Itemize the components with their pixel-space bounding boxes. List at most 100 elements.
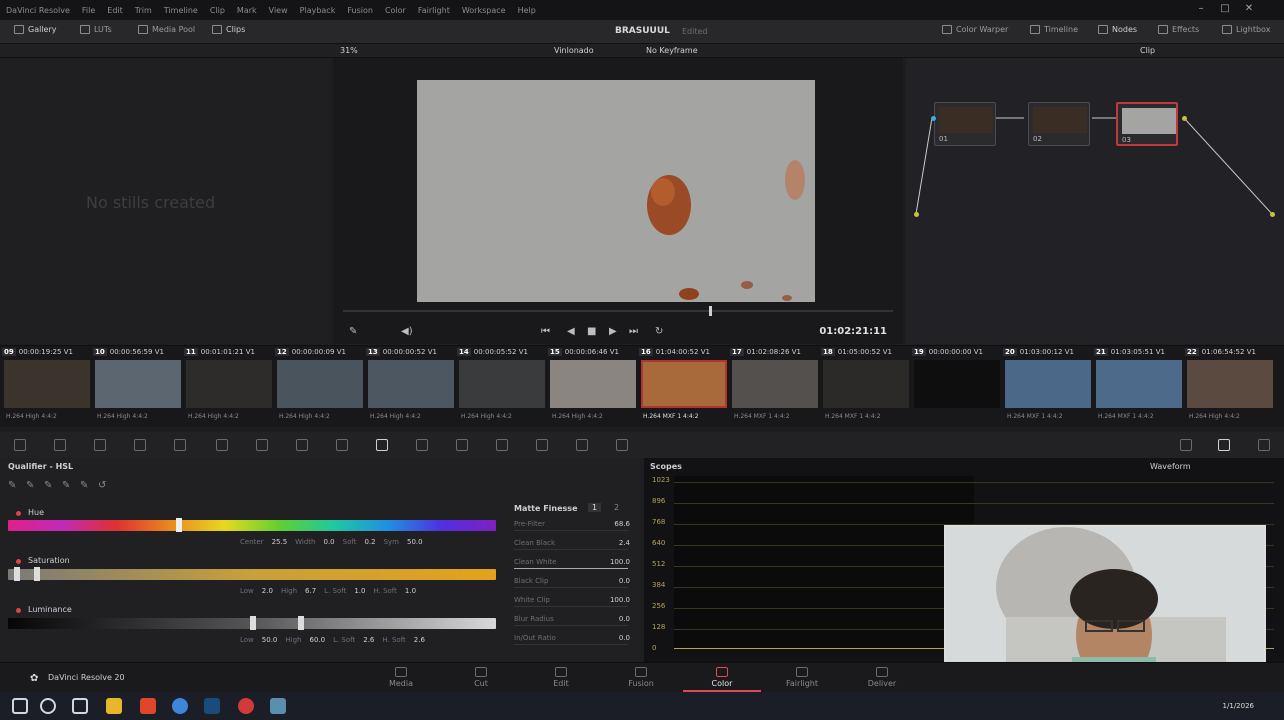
obs-icon[interactable] (238, 698, 254, 714)
qualifier-eyedropper-icon[interactable] (376, 439, 388, 451)
matte-row-white-clip[interactable]: White Clip 100.0 (514, 596, 634, 607)
hue-handle[interactable] (176, 518, 182, 532)
curves-icon[interactable] (256, 439, 268, 451)
clip-thumbnail-selected[interactable]: 16 01:04:00:52 V1 H.264 MXF 1 4:4:2 (639, 346, 729, 428)
color-warper-palette-icon[interactable] (296, 439, 308, 451)
saturation-range-bar[interactable] (8, 569, 496, 580)
menu-item-fairlight[interactable]: Fairlight (418, 6, 450, 15)
page-tab-fairlight[interactable]: Fairlight (767, 667, 837, 688)
menu-item-color[interactable]: Color (385, 6, 406, 15)
feather-plus-icon[interactable]: ✎ (80, 480, 92, 492)
matte-row-clean-white[interactable]: Clean White 100.0 (514, 558, 634, 569)
menu-item-view[interactable]: View (269, 6, 288, 15)
task-view-icon[interactable] (72, 698, 88, 714)
page-tab-media[interactable]: Media (366, 667, 436, 688)
menu-item-davinci[interactable]: DaVinci Resolve (6, 6, 70, 15)
clip-thumbnail[interactable]: 19 00:00:00:00 V1 (912, 346, 1002, 428)
page-tab-deliver[interactable]: Deliver (847, 667, 917, 688)
keyframes-icon[interactable] (1180, 439, 1192, 451)
node-02[interactable]: 02 (1028, 102, 1090, 146)
scopes-toggle-icon[interactable] (1218, 439, 1230, 451)
menu-item-mark[interactable]: Mark (237, 6, 257, 15)
windows-start-icon[interactable] (12, 698, 28, 714)
lightbox-button[interactable]: Lightbox (1222, 25, 1270, 34)
menu-item-timeline[interactable]: Timeline (164, 6, 198, 15)
maximize-icon[interactable]: □ (1218, 3, 1232, 17)
color-wheels-icon[interactable] (94, 439, 106, 451)
davinci-taskbar-icon[interactable] (270, 698, 286, 714)
matte-tab-2[interactable]: 2 (614, 503, 619, 512)
file-explorer-icon[interactable] (106, 698, 122, 714)
camera-raw-icon[interactable] (14, 439, 26, 451)
output-port[interactable] (1270, 212, 1275, 217)
clip-thumbnail[interactable]: 22 01:06:54:52 V1 H.264 High 4:4:2 (1185, 346, 1275, 428)
input-port[interactable] (931, 116, 936, 121)
scope-mode-dropdown[interactable]: Waveform (1150, 462, 1191, 471)
search-icon[interactable] (40, 698, 56, 714)
menu-item-file[interactable]: File (82, 6, 95, 15)
matte-row-black-clip[interactable]: Black Clip 0.0 (514, 577, 634, 588)
motion-effects-icon[interactable] (216, 439, 228, 451)
menu-item-fusion[interactable]: Fusion (347, 6, 373, 15)
picker-minus-icon[interactable]: ✎ (26, 480, 38, 492)
feather-minus-icon[interactable]: ✎ (62, 480, 74, 492)
output-port-node3[interactable] (1182, 116, 1187, 121)
blur-icon[interactable] (496, 439, 508, 451)
close-icon[interactable]: ✕ (1242, 3, 1256, 17)
tracker-icon[interactable] (416, 439, 428, 451)
3d-icon[interactable] (616, 439, 628, 451)
media-pool-button[interactable]: Media Pool (138, 25, 195, 34)
luts-button[interactable]: LUTs (80, 25, 112, 34)
info-icon[interactable] (1258, 439, 1270, 451)
zoom-level[interactable]: 31% (340, 46, 358, 55)
matte-row-clean-black[interactable]: Clean Black 2.4 (514, 539, 634, 550)
page-tab-color[interactable]: Color (687, 667, 757, 688)
page-tab-edit[interactable]: Edit (526, 667, 596, 688)
steam-icon[interactable] (204, 698, 220, 714)
clip-thumbnail[interactable]: 09 00:00:19:25 V1 H.264 High 4:4:2 (2, 346, 92, 428)
clip-thumbnail[interactable]: 10 00:00:56:59 V1 H.264 High 4:4:2 (93, 346, 183, 428)
window-icon[interactable] (336, 439, 348, 451)
clip-thumbnail[interactable]: 17 01:02:08:26 V1 H.264 MXF 1 4:4:2 (730, 346, 820, 428)
clip-name-dropdown[interactable]: Vinlonado (554, 46, 594, 55)
timeline-button[interactable]: Timeline (1030, 25, 1078, 34)
reset-icon[interactable]: ↺ (98, 480, 110, 492)
chrome-icon[interactable] (172, 698, 188, 714)
key-icon[interactable] (536, 439, 548, 451)
color-warper-button[interactable]: Color Warper (942, 25, 1008, 34)
saturation-handle-low[interactable] (14, 567, 20, 581)
menu-item-edit[interactable]: Edit (107, 6, 123, 15)
minimize-icon[interactable]: – (1194, 3, 1208, 17)
clip-thumbnail[interactable]: 12 00:00:00:09 V1 H.264 High 4:4:2 (275, 346, 365, 428)
play-icon[interactable]: ▶ (609, 326, 617, 337)
gallery-button[interactable]: Gallery (14, 25, 57, 34)
matte-tab-1[interactable]: 1 (588, 503, 602, 512)
playhead[interactable] (709, 306, 712, 316)
clip-thumbnail[interactable]: 13 00:00:00:52 V1 H.264 High 4:4:2 (366, 346, 456, 428)
clip-thumbnail[interactable]: 11 00:01:01:21 V1 H.264 High 4:4:2 (184, 346, 274, 428)
clips-button[interactable]: Clips (212, 25, 245, 34)
viewer-scrubber[interactable] (343, 310, 893, 312)
source-port[interactable] (914, 212, 919, 217)
clip-thumbnail[interactable]: 15 00:00:06:46 V1 H.264 High 4:4:2 (548, 346, 638, 428)
menu-item-workspace[interactable]: Workspace (462, 6, 506, 15)
luminance-enabled-indicator[interactable] (16, 608, 21, 613)
magic-mask-icon[interactable] (456, 439, 468, 451)
loop-icon[interactable]: ↻ (655, 326, 663, 337)
saturation-enabled-indicator[interactable] (16, 559, 21, 564)
matte-row-blur-radius[interactable]: Blur Radius 0.0 (514, 615, 634, 626)
page-tab-fusion[interactable]: Fusion (606, 667, 676, 688)
page-tab-cut[interactable]: Cut (446, 667, 516, 688)
audio-icon[interactable]: ◀) (401, 326, 413, 337)
hue-range-bar[interactable] (8, 520, 496, 531)
eyedropper-icon[interactable]: ✎ (349, 326, 357, 337)
stop-icon[interactable]: ■ (587, 326, 596, 337)
clip-thumbnail[interactable]: 14 00:00:05:52 V1 H.264 High 4:4:2 (457, 346, 547, 428)
menu-item-help[interactable]: Help (518, 6, 536, 15)
luminance-handle-high[interactable] (298, 616, 304, 630)
play-reverse-icon[interactable]: ◀ (567, 326, 575, 337)
color-match-icon[interactable] (54, 439, 66, 451)
menu-item-playback[interactable]: Playback (300, 6, 336, 15)
saturation-handle-high[interactable] (34, 567, 40, 581)
hue-enabled-indicator[interactable] (16, 511, 21, 516)
